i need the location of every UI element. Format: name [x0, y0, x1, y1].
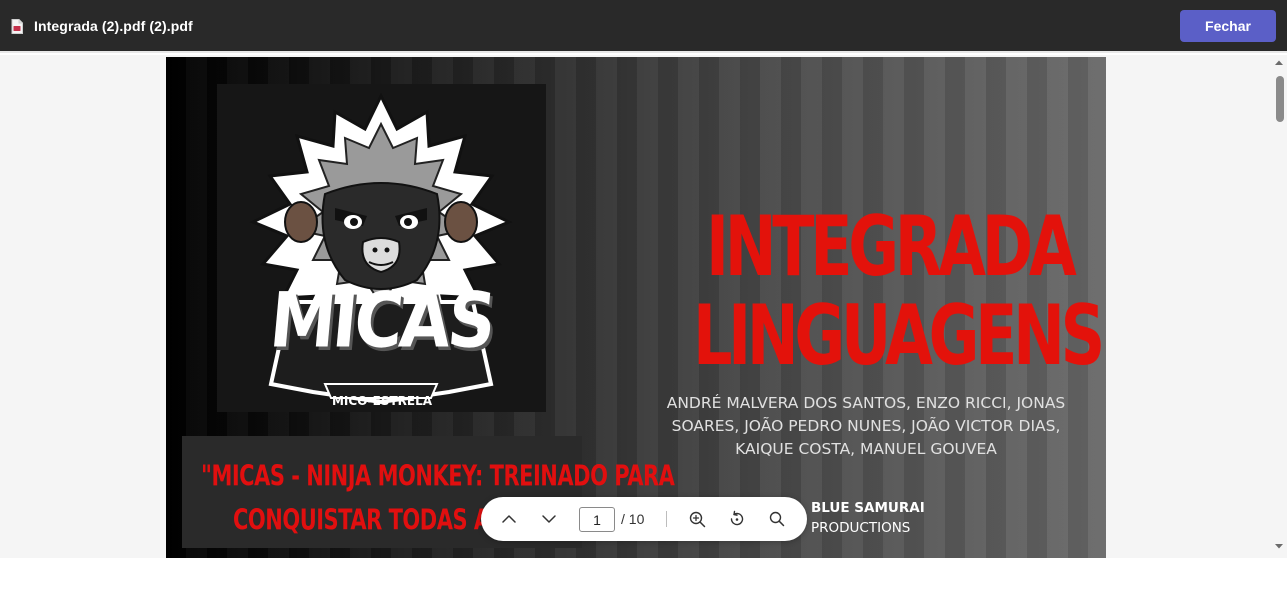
title-bar: Integrada (2).pdf (2).pdf Fechar [0, 0, 1287, 53]
toolbar-divider [666, 511, 667, 527]
title-line-2: LINGUAGENS [693, 287, 1105, 384]
brand-name: BLUE SAMURAI [811, 500, 925, 516]
pdf-file-icon [11, 19, 23, 34]
page-count: / 10 [621, 511, 645, 527]
authors: ANDRÉ MALVERA DOS SANTOS, ENZO RICCI, JO… [656, 392, 1076, 461]
next-page-button[interactable] [537, 507, 561, 531]
pdf-toolbar: / 10 [481, 497, 807, 541]
rotate-button[interactable] [725, 507, 749, 531]
page-number-input[interactable] [579, 507, 615, 532]
authors-line-3: KAIQUE COSTA, MANUEL GOUVEA [735, 440, 997, 458]
authors-line-2: SOARES, JOÃO PEDRO NUNES, JOÃO VICTOR DI… [671, 417, 1061, 435]
scrollbar-thumb[interactable] [1276, 76, 1284, 122]
viewer-footer [0, 558, 1287, 591]
scroll-up-arrow-icon[interactable] [1274, 58, 1284, 68]
rotate-icon [730, 510, 744, 526]
title-line-1: INTEGRADA [706, 198, 1077, 295]
chevron-up-icon [502, 515, 516, 523]
slogan-line-1: "MICAS - NINJA MONKEY: TREINADO PARA [201, 460, 675, 493]
zoom-in-icon [689, 511, 705, 527]
file-title: Integrada (2).pdf (2).pdf [34, 18, 193, 34]
logo-tagline: MICO-ESTRELA [331, 394, 432, 408]
search-button[interactable] [765, 507, 789, 531]
chevron-down-icon [542, 515, 556, 523]
brand-subtitle: PRODUCTIONS [811, 520, 911, 536]
zoom-in-button[interactable] [685, 507, 709, 531]
logo: MICAS MICO-ESTRELA [217, 84, 546, 412]
logo-name: MICAS [266, 276, 497, 365]
close-button[interactable]: Fechar [1180, 10, 1276, 42]
previous-page-button[interactable] [497, 507, 521, 531]
pdf-page: MICAS MICO-ESTRELA "MICAS - NINJA MONKEY… [166, 57, 1106, 558]
search-icon [769, 511, 785, 527]
authors-line-1: ANDRÉ MALVERA DOS SANTOS, ENZO RICCI, JO… [666, 394, 1066, 412]
scroll-down-arrow-icon[interactable] [1274, 541, 1284, 551]
